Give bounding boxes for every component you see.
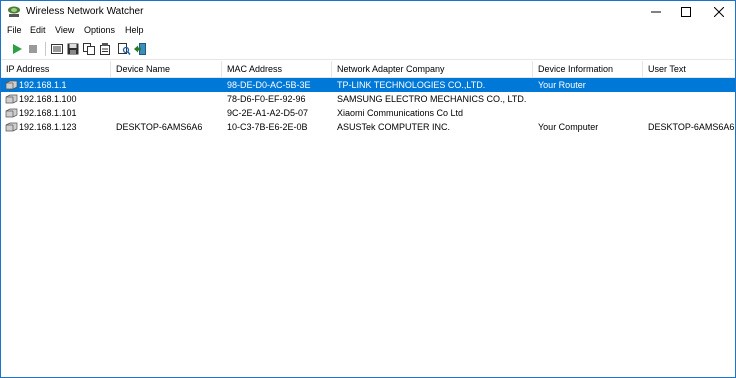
column-header-ip[interactable]: IP Address	[1, 61, 111, 77]
network-device-icon	[5, 94, 18, 104]
cell-user-text: DESKTOP-6AMS6A6	[648, 122, 735, 132]
copy-icon[interactable]	[82, 42, 96, 56]
title-bar[interactable]: Wireless Network Watcher	[1, 1, 735, 23]
find-icon[interactable]	[117, 42, 131, 56]
stop-icon[interactable]	[26, 42, 40, 56]
column-header-device-info[interactable]: Device Information	[533, 61, 643, 77]
wifi-eye-icon	[8, 6, 20, 17]
cell-device-info: Your Router	[538, 80, 586, 90]
cell-mac: 98-DE-D0-AC-5B-3E	[227, 80, 311, 90]
cell-device-name: DESKTOP-6AMS6A6	[116, 122, 203, 132]
toolbar-separator	[45, 42, 47, 56]
list-header: IP Address Device Name MAC Address Netwo…	[1, 61, 735, 78]
close-button[interactable]	[704, 1, 734, 23]
close-icon	[714, 7, 724, 17]
menu-file[interactable]: File	[7, 25, 22, 35]
column-header-user-text[interactable]: User Text	[643, 61, 735, 77]
cell-ip: 192.168.1.100	[19, 94, 77, 104]
exit-icon[interactable]	[133, 42, 147, 56]
cell-mac: 9C-2E-A1-A2-D5-07	[227, 108, 309, 118]
menu-edit[interactable]: Edit	[30, 25, 46, 35]
report-icon[interactable]	[50, 42, 64, 56]
table-row[interactable]: 192.168.1.100 78-D6-F0-EF-92-96 SAMSUNG …	[1, 92, 735, 106]
minimize-icon	[651, 11, 661, 13]
menu-bar: File Edit View Options Help	[1, 23, 735, 39]
minimize-button[interactable]	[641, 1, 671, 23]
cell-mac: 78-D6-F0-EF-92-96	[227, 94, 306, 104]
column-header-mac[interactable]: MAC Address	[222, 61, 332, 77]
cell-mac: 10-C3-7B-E6-2E-0B	[227, 122, 308, 132]
network-device-icon	[5, 80, 18, 90]
column-header-device-name[interactable]: Device Name	[111, 61, 222, 77]
app-window: Wireless Network Watcher File Edit View …	[0, 0, 736, 378]
maximize-button[interactable]	[671, 1, 701, 23]
toolbar	[1, 39, 735, 60]
menu-options[interactable]: Options	[84, 25, 115, 35]
menu-view[interactable]: View	[55, 25, 74, 35]
menu-help[interactable]: Help	[125, 25, 144, 35]
play-icon[interactable]	[10, 42, 24, 56]
save-icon[interactable]	[66, 42, 80, 56]
column-header-company[interactable]: Network Adapter Company	[332, 61, 533, 77]
cell-ip: 192.168.1.123	[19, 122, 77, 132]
properties-icon[interactable]	[98, 42, 112, 56]
table-row[interactable]: 192.168.1.1 98-DE-D0-AC-5B-3E TP-LINK TE…	[1, 78, 735, 92]
cell-company: SAMSUNG ELECTRO MECHANICS CO., LTD.	[337, 94, 527, 104]
cell-ip: 192.168.1.1	[19, 80, 67, 90]
cell-company: Xiaomi Communications Co Ltd	[337, 108, 464, 118]
table-row[interactable]: 192.168.1.123 DESKTOP-6AMS6A6 10-C3-7B-E…	[1, 120, 735, 134]
table-row[interactable]: 192.168.1.101 9C-2E-A1-A2-D5-07 Xiaomi C…	[1, 106, 735, 120]
network-device-icon	[5, 108, 18, 118]
cell-ip: 192.168.1.101	[19, 108, 77, 118]
cell-company: TP-LINK TECHNOLOGIES CO.,LTD.	[337, 80, 486, 90]
cell-company: ASUSTek COMPUTER INC.	[337, 122, 451, 132]
cell-device-info: Your Computer	[538, 122, 599, 132]
network-device-icon	[5, 122, 18, 132]
maximize-icon	[681, 7, 691, 17]
window-title: Wireless Network Watcher	[26, 6, 144, 17]
